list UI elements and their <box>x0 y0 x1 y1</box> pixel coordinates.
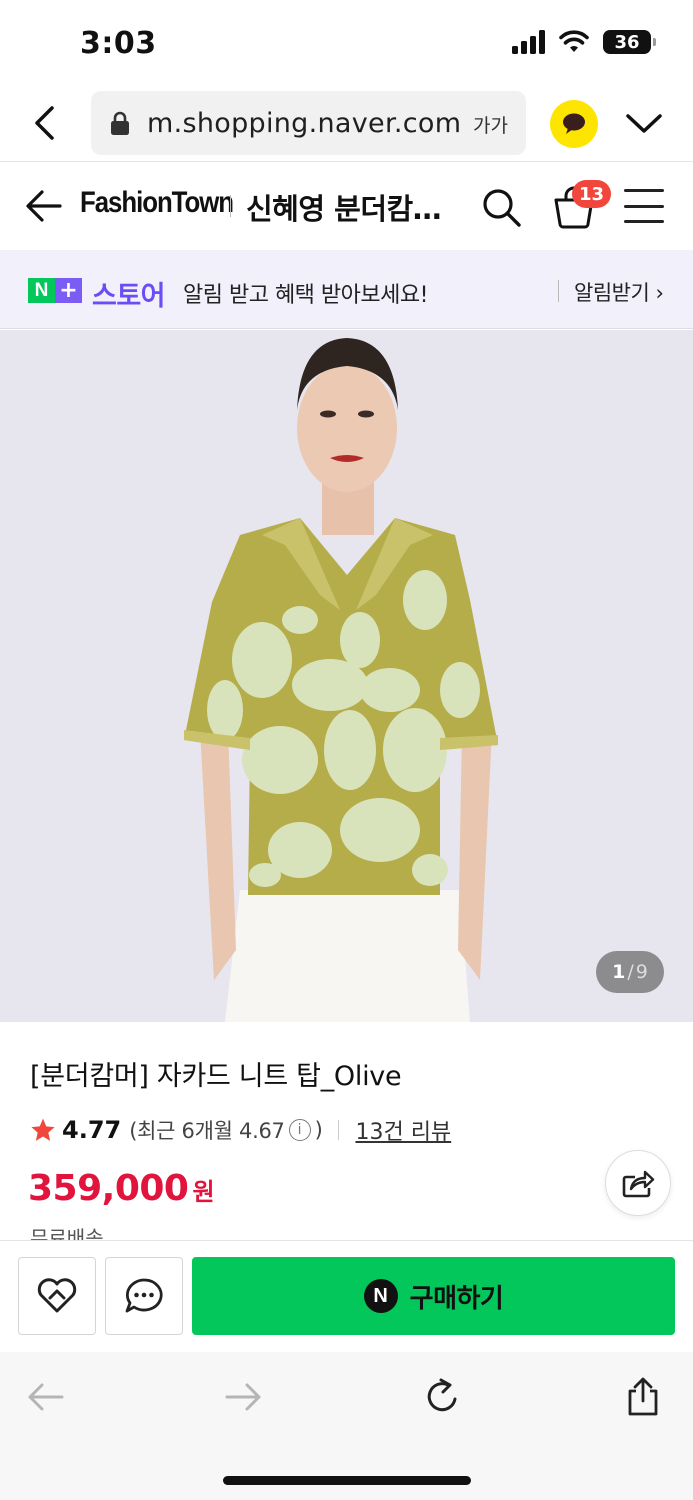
star-icon <box>31 1118 55 1141</box>
search-icon[interactable] <box>480 186 522 228</box>
wifi-icon <box>559 30 589 52</box>
status-indicators: 36 <box>512 30 656 54</box>
browser-toolbar <box>0 1352 693 1500</box>
rating-row: 4.77 (최근 6개월 4.67 i ) 13건 리뷰 <box>30 1114 451 1146</box>
share-button[interactable] <box>605 1150 671 1216</box>
status-bar: 3:03 36 <box>0 0 693 86</box>
price-row: 359,000 원 <box>28 1168 215 1209</box>
subscribe-alert-button[interactable]: 알림받기 › <box>574 277 664 307</box>
product-title: [분더캄머] 자카드 니트 탑_Olive <box>30 1061 402 1092</box>
home-indicator <box>223 1476 471 1485</box>
naver-n-icon: N <box>363 1279 398 1313</box>
share-icon <box>622 1170 655 1198</box>
address-bar[interactable]: m.shopping.naver.com 가가 <box>91 91 526 155</box>
product-price: 359,000 <box>28 1168 189 1209</box>
image-counter-separator: / <box>627 961 634 983</box>
heart-icon <box>37 1278 77 1313</box>
notification-message: 알림 받고 혜택 받아보세요! <box>183 283 428 308</box>
toolbar-share-button[interactable] <box>618 1374 668 1420</box>
share-upload-icon <box>628 1377 658 1416</box>
buy-now-button[interactable]: N 구매하기 <box>192 1257 675 1335</box>
nplus-n: N <box>28 278 55 303</box>
store-notification-banner[interactable]: N + 스토어 알림 받고 혜택 받아보세요! 알림받기 › <box>0 250 693 329</box>
header-divider <box>230 195 231 217</box>
info-icon[interactable]: i <box>288 1119 311 1141</box>
status-time: 3:03 <box>80 26 157 61</box>
nplus-store-logo: N + <box>28 278 82 303</box>
notification-divider <box>558 280 559 302</box>
price-unit: 원 <box>192 1178 215 1206</box>
shipping-label: 무료배송 <box>30 1226 104 1240</box>
text-size-button[interactable]: 가가 <box>473 111 508 138</box>
menu-icon[interactable] <box>624 189 664 223</box>
purchase-bar: N 구매하기 <box>0 1240 693 1352</box>
shipping-info: 무료배송 <box>30 1226 104 1240</box>
url-text: m.shopping.naver.com <box>147 107 462 139</box>
browser-address-row: m.shopping.naver.com 가가 <box>0 86 693 162</box>
store-title: 신혜영 분더캄… <box>246 192 442 226</box>
nplus-store-label: 스토어 <box>92 281 166 312</box>
wishlist-button[interactable] <box>18 1257 96 1335</box>
toolbar-forward-button[interactable] <box>219 1374 269 1420</box>
buy-now-label: 구매하기 <box>409 1283 504 1314</box>
product-image-gallery[interactable]: 1 / 9 <box>0 330 693 1022</box>
cellular-signal-icon <box>512 30 545 54</box>
chevron-left-icon <box>35 106 54 140</box>
forward-arrow-icon <box>225 1383 261 1411</box>
chat-icon <box>125 1278 163 1313</box>
browser-menu-toggle[interactable] <box>622 104 666 144</box>
rating-divider <box>338 1120 340 1140</box>
image-counter-total: 9 <box>635 961 648 983</box>
image-counter-current: 1 <box>612 961 626 983</box>
toolbar-reload-button[interactable] <box>418 1374 468 1420</box>
talktalk-button[interactable] <box>105 1257 183 1335</box>
browser-back-button[interactable] <box>24 100 64 146</box>
arrow-left-icon[interactable] <box>24 186 64 226</box>
lock-icon <box>111 111 129 135</box>
recent-rating-close: ) <box>314 1118 323 1142</box>
battery-indicator: 36 <box>603 30 656 54</box>
recent-rating: (최근 6개월 4.67 <box>129 1119 285 1143</box>
rating-value: 4.77 <box>62 1116 122 1144</box>
product-photo <box>0 330 693 1022</box>
nplus-plus: + <box>55 278 82 303</box>
kakaotalk-icon <box>563 113 585 134</box>
back-arrow-icon <box>28 1383 64 1411</box>
cart-count-badge: 13 <box>572 180 612 208</box>
store-brand-logo[interactable]: FashionTown <box>80 186 234 220</box>
reload-icon <box>427 1378 457 1412</box>
chevron-down-icon <box>626 114 662 133</box>
image-counter: 1 / 9 <box>596 951 664 993</box>
toolbar-back-button[interactable] <box>20 1374 70 1420</box>
kakaotalk-button[interactable] <box>550 100 598 148</box>
review-count-link[interactable]: 13건 리뷰 <box>355 1114 451 1146</box>
